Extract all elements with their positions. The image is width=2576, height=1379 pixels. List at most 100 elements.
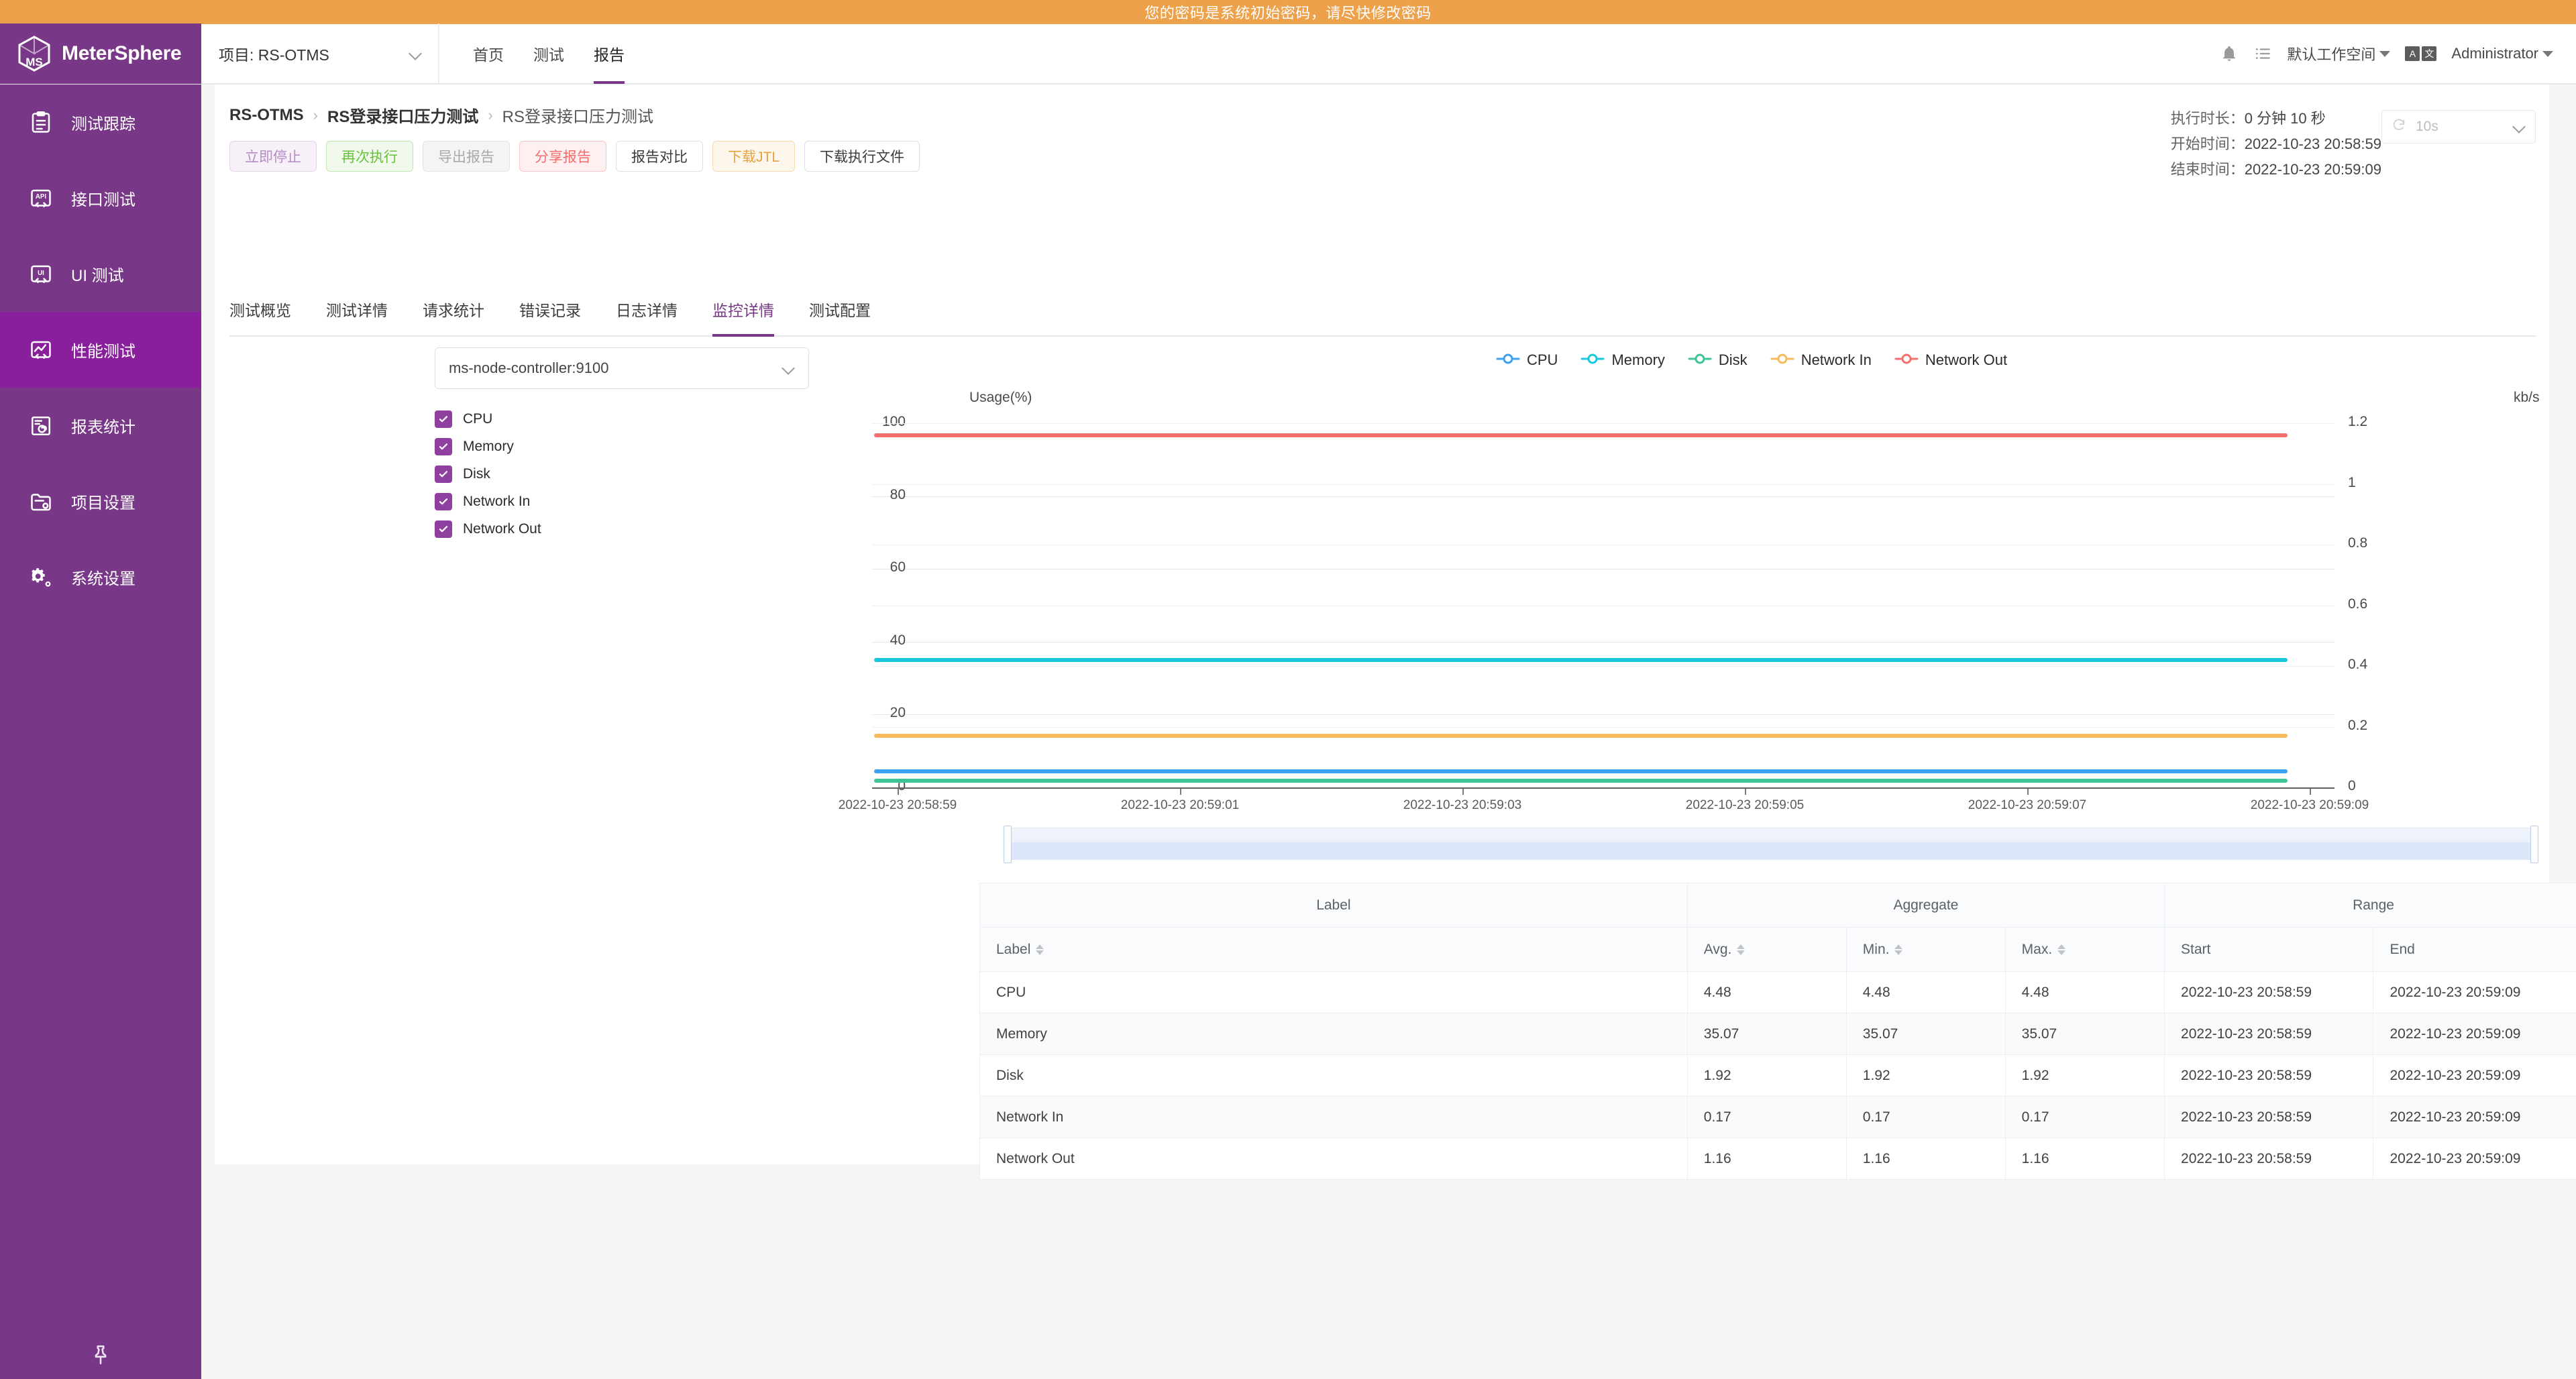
metric-checkbox-network-in[interactable]: Network In <box>435 488 541 515</box>
column-header-avg[interactable]: Avg. <box>1686 927 1847 972</box>
x-axis-tick-label: 2022-10-23 20:59:01 <box>1120 798 1240 812</box>
table-row[interactable]: Network In 0.17 0.17 0.17 2022-10-23 20:58:5… <box>979 1096 2576 1138</box>
column-header-max[interactable]: Max. <box>2004 927 2165 972</box>
svg-text:API: API <box>36 193 47 201</box>
compare-report-button[interactable]: 报告对比 <box>616 141 703 172</box>
column-header-text: Start <box>2181 941 2211 957</box>
tab-label: 日志详情 <box>616 302 678 319</box>
user-name: Administrator <box>2451 45 2538 62</box>
sidebar-item-test-tracking[interactable]: 测试跟踪 <box>0 85 201 160</box>
table-row[interactable]: Disk 1.92 1.92 1.92 2022-10-23 20:58:59 2022-… <box>979 1054 2576 1097</box>
legend-label: Network In <box>1801 351 1872 368</box>
bell-icon[interactable] <box>2220 44 2239 63</box>
legend-item-disk[interactable]: Disk <box>1688 351 1748 369</box>
breadcrumb-item-test[interactable]: RS登录接口压力测试 <box>327 103 478 127</box>
cell-max: 0.17 <box>2004 1096 2165 1138</box>
sort-icon[interactable] <box>1737 944 1746 955</box>
report-tabs: 测试概览 测试详情 请求统计 错误记录 日志详情 监控详情 测试配置 <box>229 298 2536 337</box>
tab-test-overview[interactable]: 测试概览 <box>229 298 309 335</box>
user-menu[interactable]: Administrator <box>2451 45 2553 62</box>
metric-checkbox-cpu[interactable]: CPU <box>435 405 541 433</box>
chevron-down-icon <box>410 48 422 60</box>
datazoom-handle-right[interactable] <box>2530 826 2538 863</box>
chart-legend: CPU Memory Disk Network In Network Out <box>1496 351 2007 369</box>
tab-test-details[interactable]: 测试详情 <box>309 298 405 335</box>
legend-item-network-in[interactable]: Network In <box>1770 351 1872 369</box>
translate-icon[interactable]: A 文 <box>2405 46 2437 61</box>
metric-checkbox-network-out[interactable]: Network Out <box>435 515 541 543</box>
group-header-range: Range <box>2164 883 2576 928</box>
x-axis-tick-label: 2022-10-23 20:59:07 <box>1968 798 2087 812</box>
top-nav-item-home[interactable]: 首页 <box>461 23 516 84</box>
sidebar-item-ui-test[interactable]: UI UI 测试 <box>0 236 201 312</box>
breadcrumb-item-project[interactable]: RS-OTMS <box>229 106 304 125</box>
column-header-min[interactable]: Min. <box>1845 927 2006 972</box>
table-row[interactable]: Memory 35.07 35.07 35.07 2022-10-23 20:58:59… <box>979 1013 2576 1055</box>
tab-error-records[interactable]: 错误记录 <box>502 298 598 335</box>
sidebar-item-label: 接口测试 <box>71 191 136 209</box>
sidebar-item-system-settings[interactable]: 系统设置 <box>0 539 201 615</box>
check-icon <box>435 437 452 455</box>
top-nav-item-report[interactable]: 报告 <box>582 23 637 84</box>
api-icon: API <box>27 184 55 213</box>
x-axis-tick-mark <box>1745 789 1746 795</box>
chart-gridline <box>872 641 2334 643</box>
sidebar-item-label: 项目设置 <box>71 494 136 512</box>
column-header-label[interactable]: Label <box>979 927 1688 972</box>
brand-logo[interactable]: MS MeterSphere <box>0 23 201 84</box>
chevron-down-icon <box>783 362 795 374</box>
download-jtl-button[interactable]: 下载JTL <box>712 141 796 172</box>
tab-request-statistics[interactable]: 请求统计 <box>405 298 502 335</box>
cell-end: 2022-10-23 20:59:09 <box>2373 1096 2576 1138</box>
metric-checkbox-memory[interactable]: Memory <box>435 433 541 460</box>
chart-datazoom-slider[interactable] <box>1004 826 2538 863</box>
refresh-interval-value: 10s <box>2416 119 2438 134</box>
content-area: RS-OTMS › RS登录接口压力测试 › RS登录接口压力测试 立即停止 再… <box>201 85 2576 1379</box>
share-report-button[interactable]: 分享报告 <box>519 141 606 172</box>
table-row[interactable]: CPU 4.48 4.48 4.48 2022-10-23 20:58:59 2022-1… <box>979 971 2576 1013</box>
chart-gridline-secondary <box>872 666 2334 667</box>
sort-icon[interactable] <box>1036 944 1044 955</box>
sidebar-item-report-statistics[interactable]: 报表统计 <box>0 388 201 463</box>
pin-sidebar-button[interactable] <box>0 1342 201 1371</box>
chart-gridline-secondary <box>872 484 2334 485</box>
project-selector[interactable]: 项目: RS-OTMS <box>201 23 439 84</box>
sidebar-item-label: 系统设置 <box>71 570 136 588</box>
sidebar-item-api-test[interactable]: API 接口测试 <box>0 160 201 236</box>
tab-label: 错误记录 <box>519 302 581 319</box>
tab-log-details[interactable]: 日志详情 <box>598 298 695 335</box>
sort-icon[interactable] <box>2057 944 2066 955</box>
table-row[interactable]: Network Out 1.16 1.16 1.16 2022-10-23 20:58:… <box>979 1138 2576 1180</box>
brand-name: MeterSphere <box>62 42 182 64</box>
table-column-header-row: Label Avg. Min. Max. Start End <box>979 927 2576 972</box>
refresh-interval-selector[interactable]: 10s <box>2381 110 2536 144</box>
execution-start-row: 开始时间：2022-10-23 20:58:59 <box>2171 131 2381 157</box>
top-nav-item-test[interactable]: 测试 <box>521 23 576 84</box>
tab-monitor-details[interactable]: 监控详情 <box>695 298 792 337</box>
export-report-button[interactable]: 导出报告 <box>423 141 510 172</box>
stop-now-button[interactable]: 立即停止 <box>229 141 317 172</box>
task-list-icon[interactable] <box>2253 44 2272 63</box>
chart-y-axis-unit: Usage(%) <box>969 390 1032 405</box>
rerun-button[interactable]: 再次执行 <box>326 141 413 172</box>
svg-text:MS: MS <box>25 56 43 68</box>
check-icon <box>435 465 452 483</box>
metric-checkbox-disk[interactable]: Disk <box>435 460 541 488</box>
legend-item-network-out[interactable]: Network Out <box>1894 351 2007 369</box>
legend-item-cpu[interactable]: CPU <box>1496 351 1558 369</box>
datazoom-handle-left[interactable] <box>1004 826 1012 863</box>
execution-info: 执行时长：0 分钟 10 秒 开始时间：2022-10-23 20:58:59 … <box>2171 106 2381 182</box>
sort-icon[interactable] <box>1894 944 1903 955</box>
execution-duration-value: 0 分钟 10 秒 <box>2244 110 2326 127</box>
sidebar-item-project-settings[interactable]: 项目设置 <box>0 463 201 539</box>
workspace-selector[interactable]: 默认工作空间 <box>2287 43 2391 64</box>
sidebar-item-performance-test[interactable]: 性能测试 <box>0 312 201 388</box>
cell-avg: 35.07 <box>1686 1013 1847 1055</box>
column-header-text: Label <box>996 941 1031 957</box>
tab-test-config[interactable]: 测试配置 <box>792 298 888 335</box>
legend-item-memory[interactable]: Memory <box>1580 351 1665 369</box>
node-selector[interactable]: ms-node-controller:9100 <box>435 347 809 389</box>
x-axis-tick-mark <box>2310 789 2311 795</box>
download-exec-file-button[interactable]: 下载执行文件 <box>804 141 920 172</box>
chart-series-memory <box>874 657 2288 662</box>
